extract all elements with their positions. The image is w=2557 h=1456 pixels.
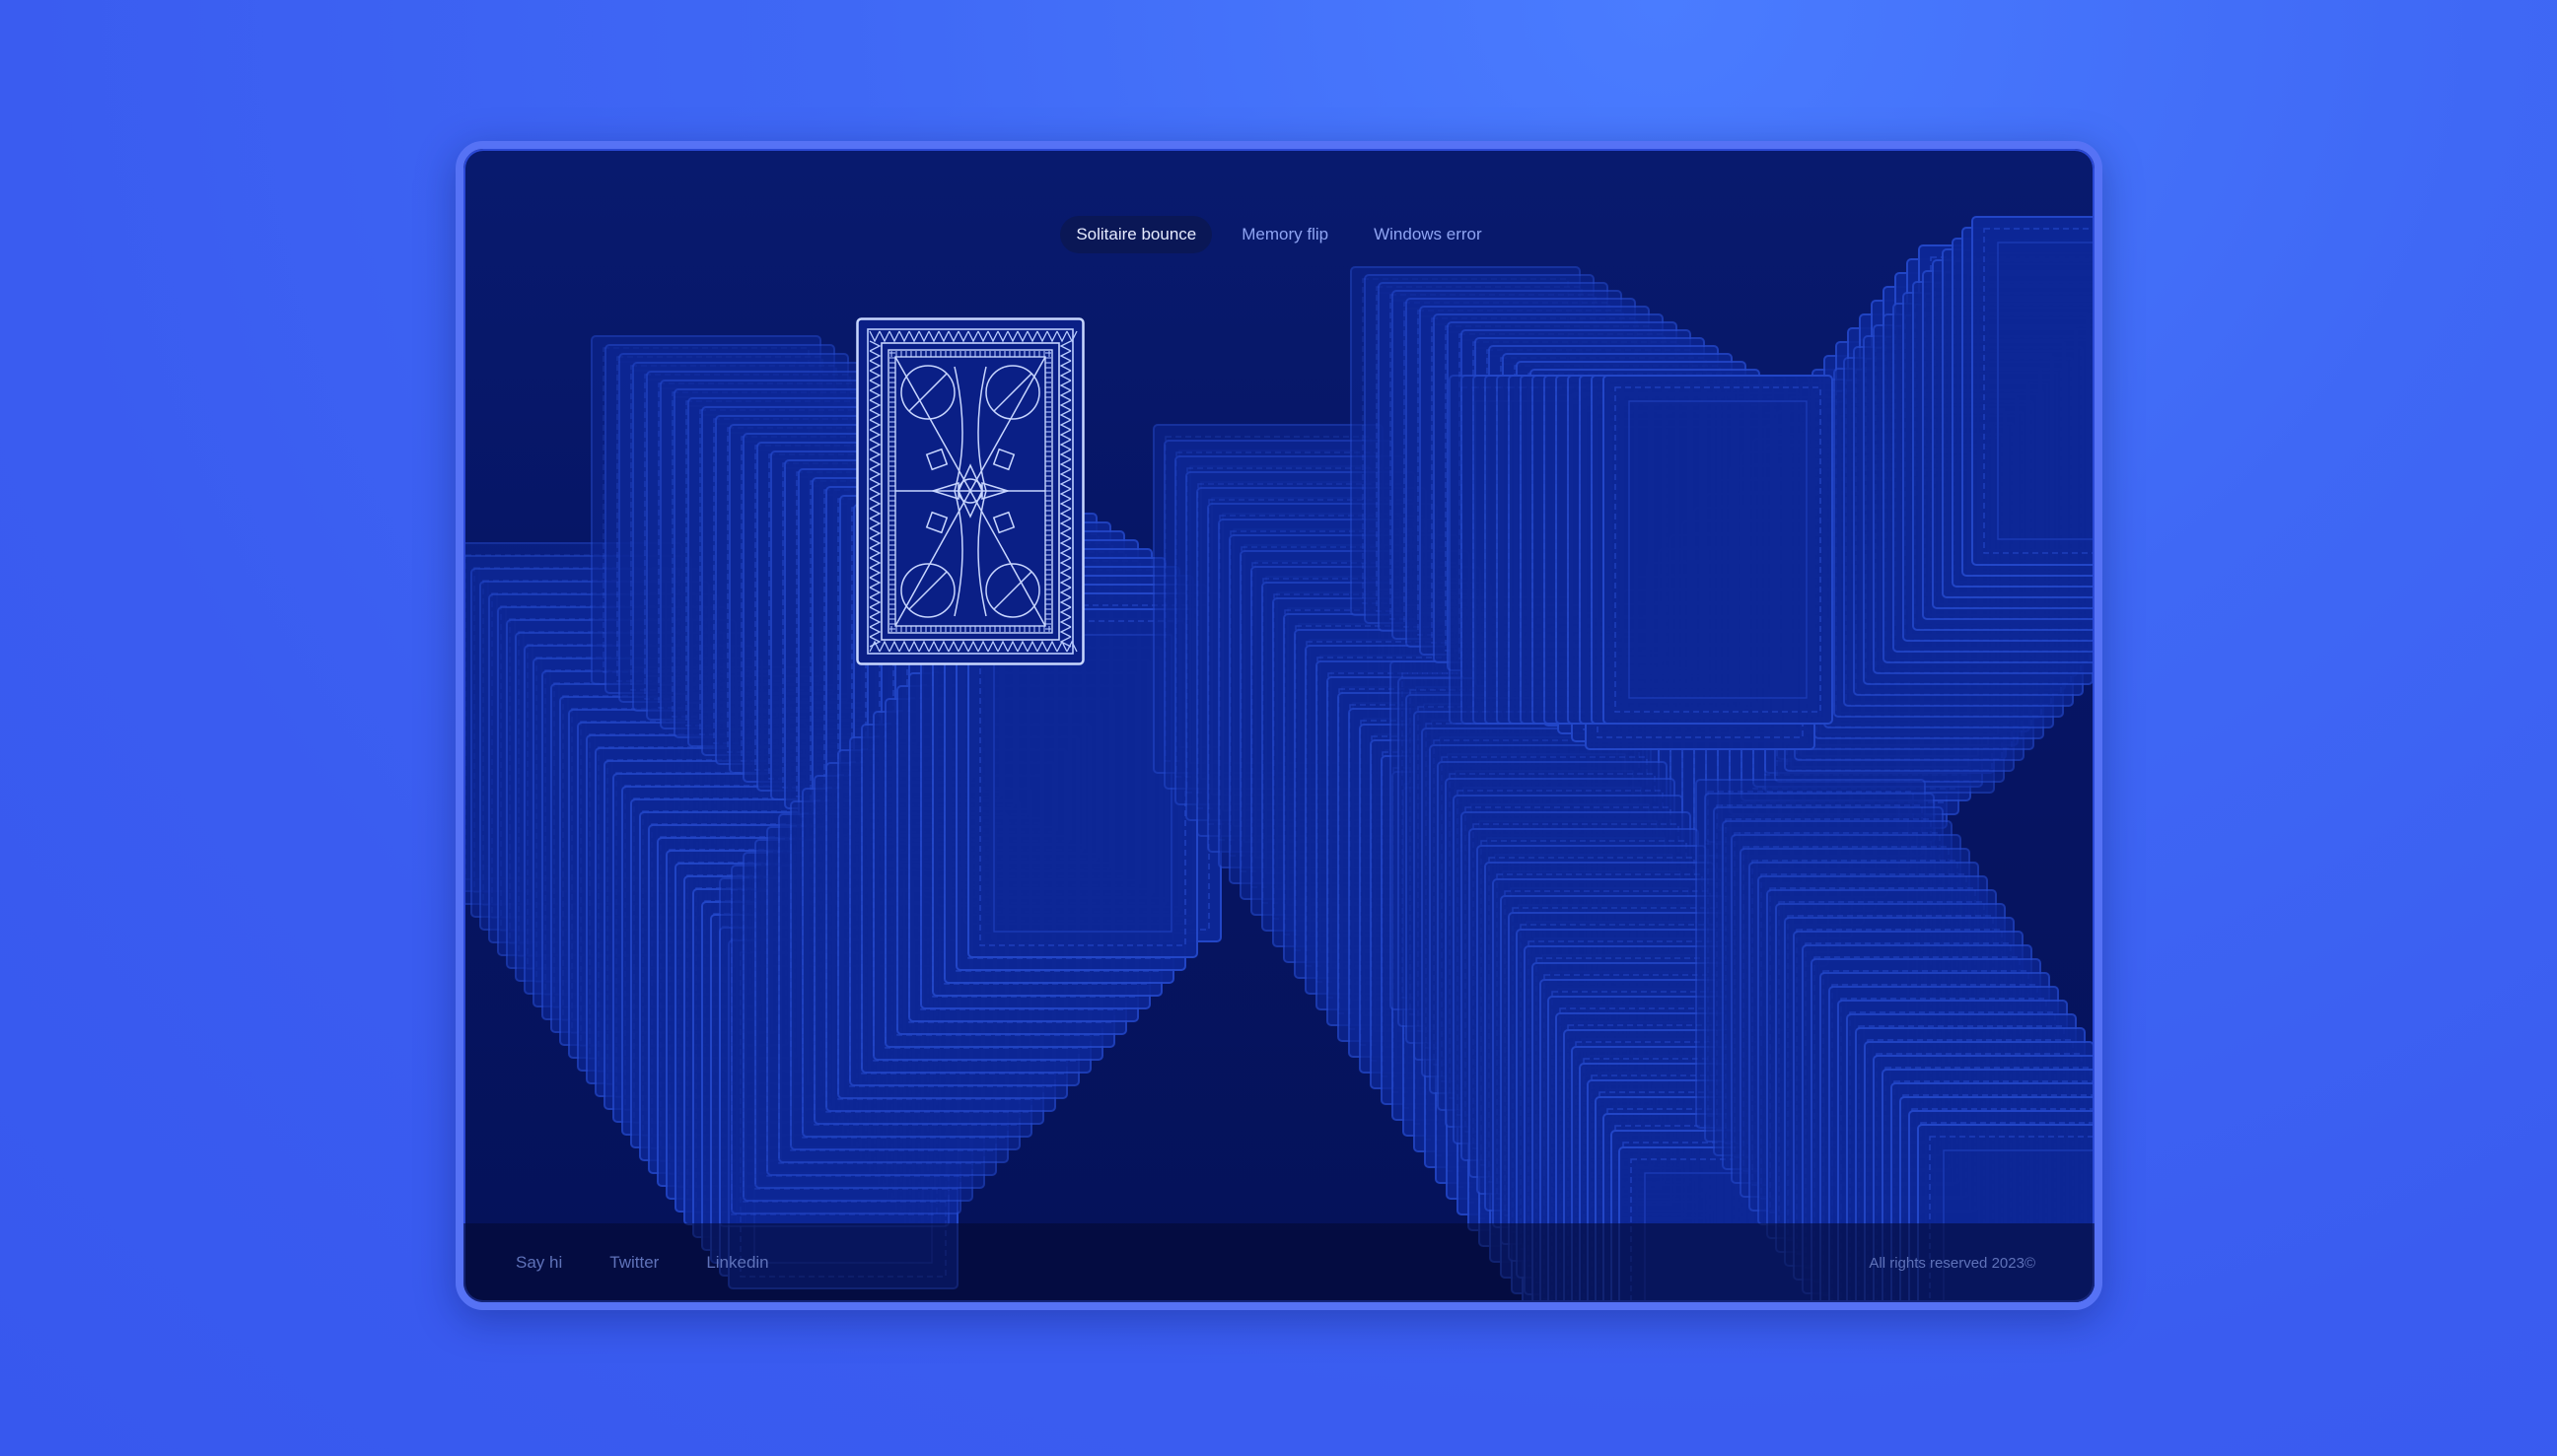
tab-windows-error[interactable]: Windows error	[1358, 216, 1498, 253]
card-back-icon[interactable]	[856, 317, 1085, 665]
card-trail-canvas	[463, 216, 2095, 1302]
demo-tabs: Solitaire bounce Memory flip Windows err…	[463, 216, 2095, 253]
copyright-text: All rights reserved 2023©	[1869, 1255, 2035, 1272]
tab-memory-flip[interactable]: Memory flip	[1226, 216, 1344, 253]
tab-solitaire-bounce[interactable]: Solitaire bounce	[1060, 216, 1213, 253]
footer: Say hi Twitter Linkedin All rights reser…	[463, 1223, 2095, 1302]
footer-link-say-hi[interactable]: Say hi	[516, 1253, 562, 1273]
app-window: Solitaire bounce Memory flip Windows err…	[456, 141, 2102, 1310]
footer-link-twitter[interactable]: Twitter	[609, 1253, 659, 1273]
footer-links: Say hi Twitter Linkedin	[516, 1253, 769, 1273]
footer-link-linkedin[interactable]: Linkedin	[706, 1253, 768, 1273]
